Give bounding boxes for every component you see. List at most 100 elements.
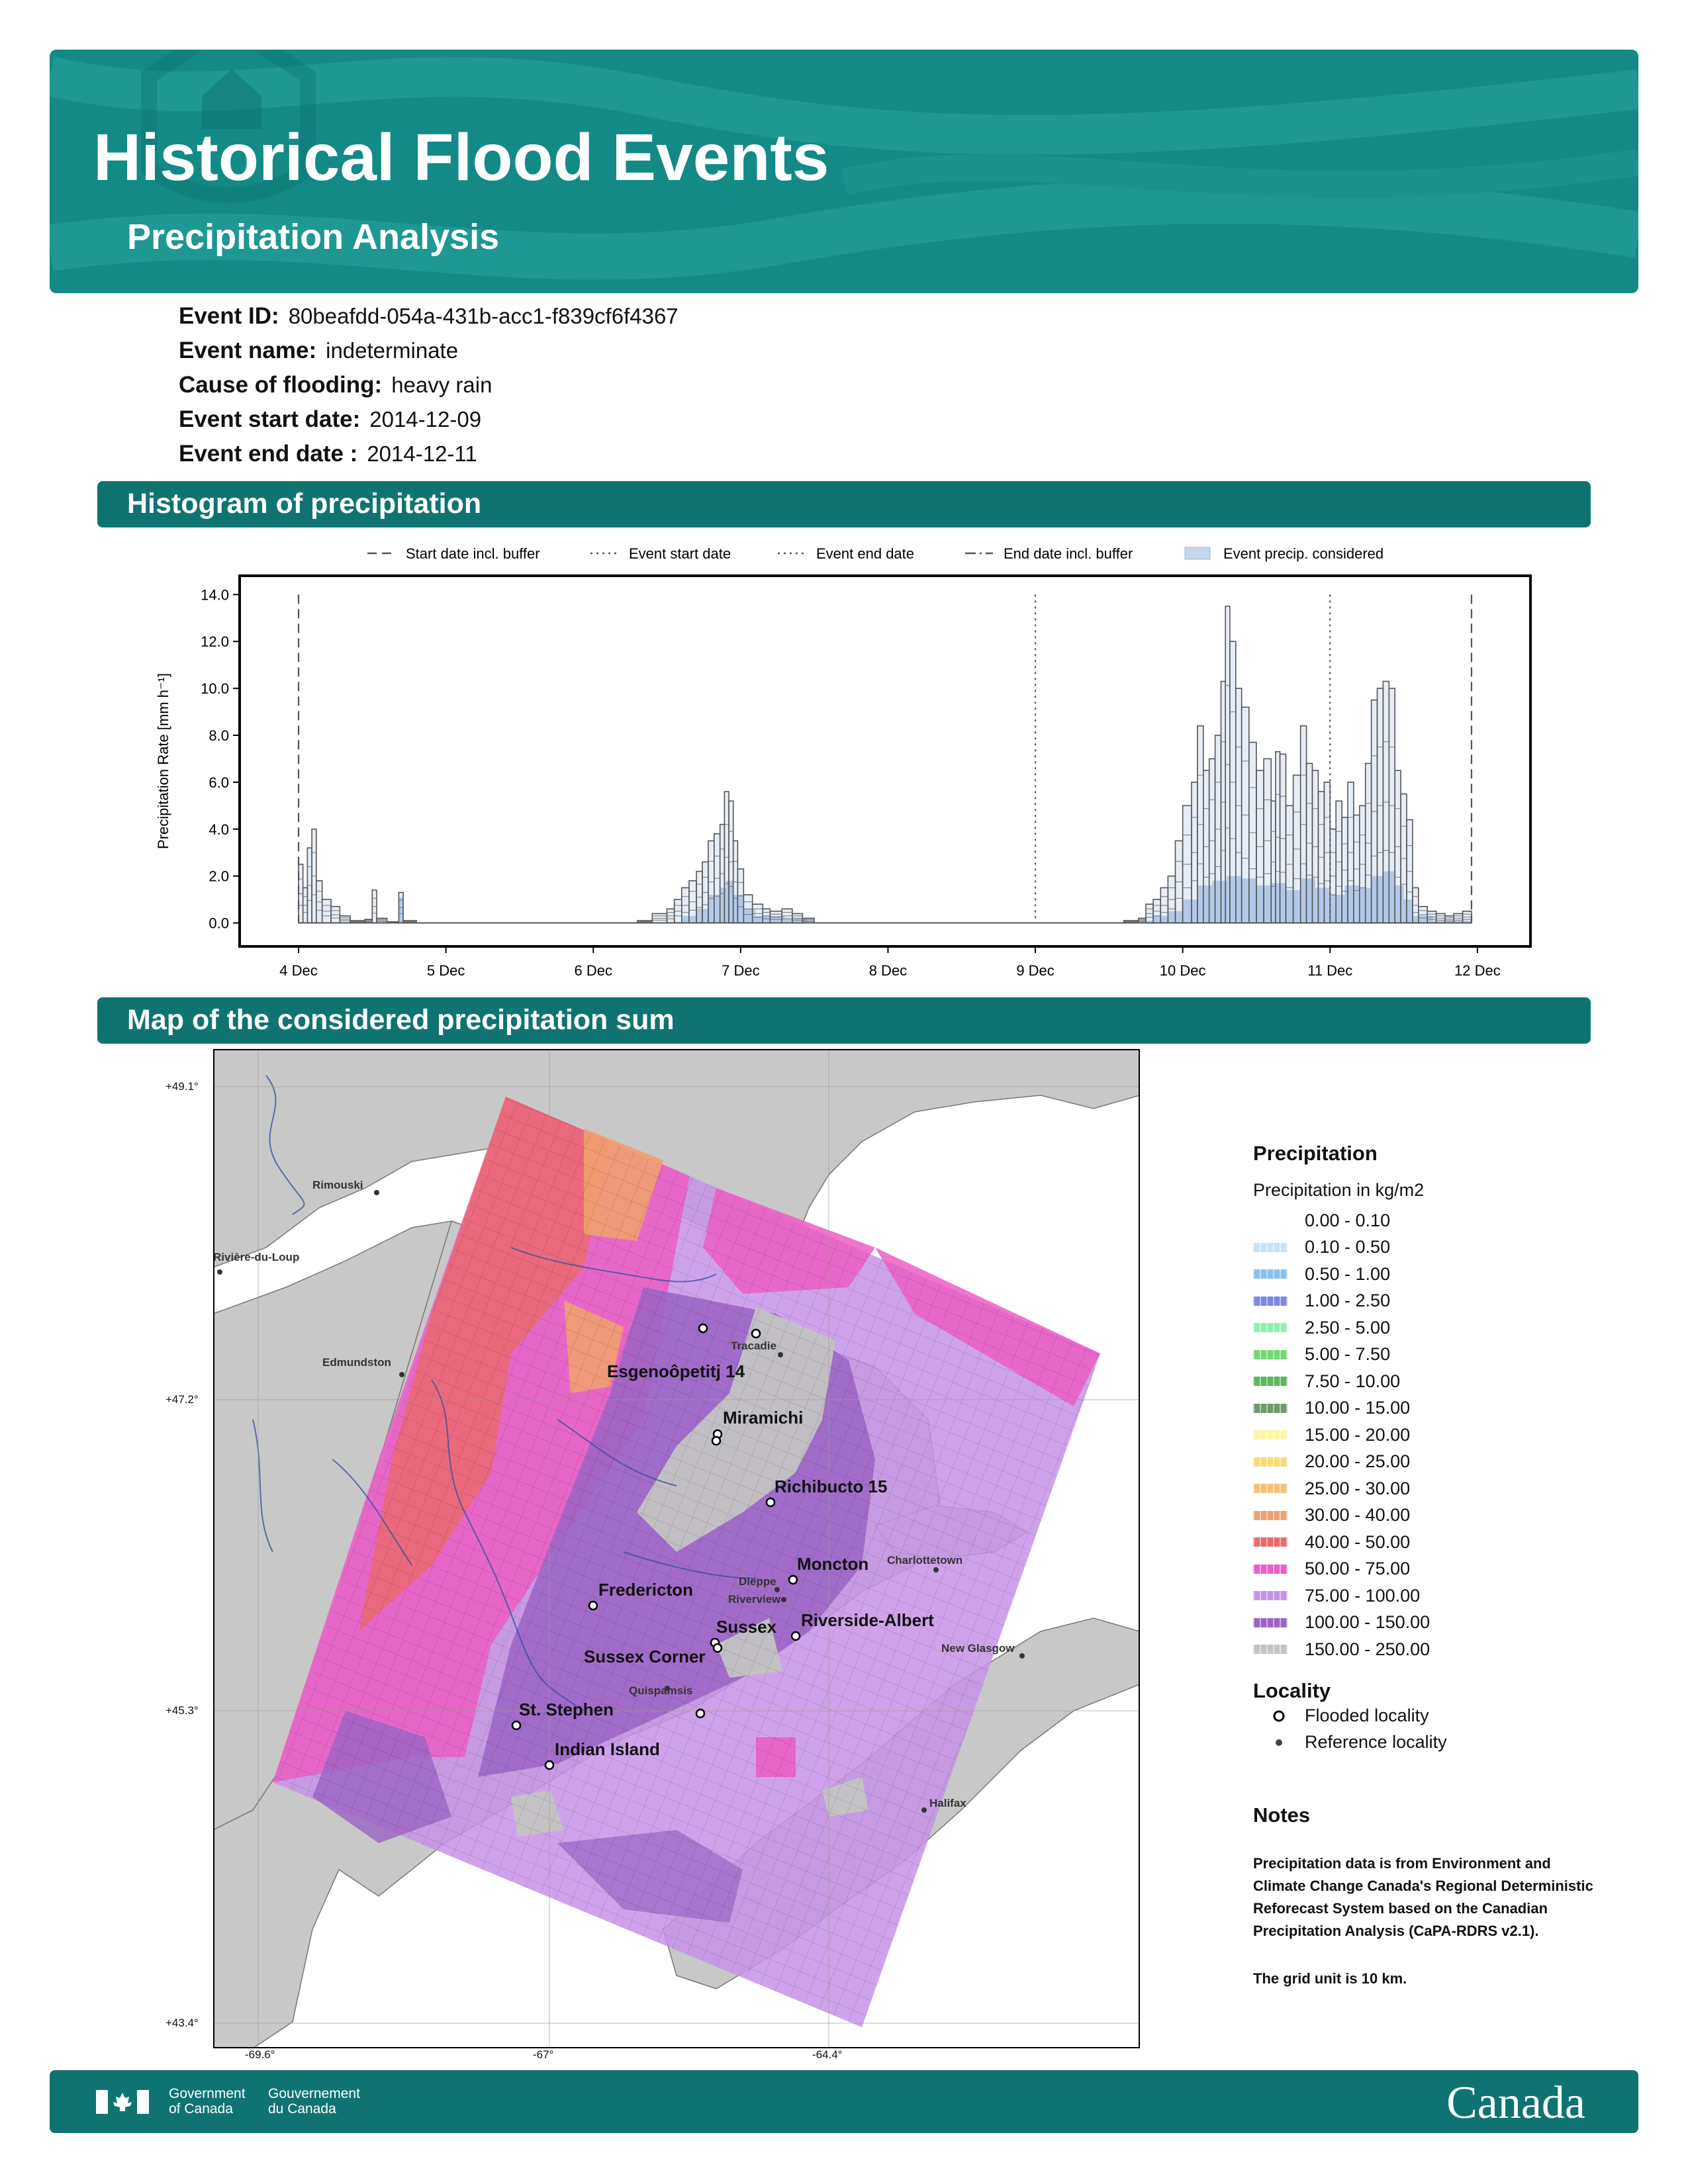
event-start-label: Event start date: — [179, 406, 361, 432]
legend-class-row: 0.50 - 1.00 — [1253, 1261, 1597, 1288]
event-name-row: Event name: indeterminate — [179, 338, 679, 372]
x-tick-label: 4 Dec — [279, 962, 317, 979]
x-tick-label: 6 Dec — [575, 962, 612, 979]
reference-marker — [1019, 1653, 1025, 1659]
flooded-marker — [790, 1631, 801, 1641]
y-tick-label: 2.0 — [209, 868, 229, 885]
footer: Government of Canada Gouvernement du Can… — [50, 2070, 1638, 2133]
legend-class-label: 5.00 - 7.50 — [1305, 1344, 1391, 1365]
map-lon-label: -67° — [533, 2048, 554, 2061]
precipitation-map: Esgenoôpetitj 14 Miramichi Richibucto 15 Fr… — [213, 1049, 1140, 2048]
y-tick-label: 0.0 — [209, 915, 229, 932]
flooded-label: Fredericton — [598, 1580, 693, 1600]
legend-label-0: Start date incl. buffer — [406, 545, 540, 562]
legend-class-label: 1.00 - 2.50 — [1305, 1291, 1391, 1311]
legend-swatch — [1253, 1269, 1288, 1279]
gov-fr-line-2: du Canada — [268, 2101, 336, 2116]
legend-swatch — [1253, 1403, 1288, 1413]
y-axis-label: Precipitation Rate [mm h⁻¹] — [155, 673, 171, 849]
legend-class-label: 10.00 - 15.00 — [1305, 1398, 1411, 1418]
map-lat-label: +43.4° — [165, 2017, 199, 2029]
legend-swatch — [1253, 1591, 1288, 1601]
map-lat-label: +45.3° — [165, 1704, 199, 1717]
map-legend: Precipitation Precipitation in kg/m2 0.0… — [1253, 1142, 1597, 1990]
gov-en-line-2: of Canada — [169, 2101, 233, 2116]
legend-class-label: 7.50 - 10.00 — [1305, 1371, 1401, 1391]
y-tick-label: 12.0 — [201, 633, 229, 650]
map-lat-label: +49.1° — [165, 1080, 199, 1093]
x-tick-label: 10 Dec — [1160, 962, 1206, 979]
event-name-label: Event name: — [179, 338, 317, 363]
legend-swatch — [1253, 1242, 1288, 1252]
legend-label-4: Event precip. considered — [1223, 545, 1383, 562]
legend-class-row: 5.00 - 7.50 — [1253, 1342, 1597, 1369]
legend-class-label: 40.00 - 50.00 — [1305, 1531, 1411, 1552]
legend-class-row: 50.00 - 75.00 — [1253, 1556, 1597, 1583]
legend-class-label: 0.00 - 0.10 — [1305, 1210, 1391, 1230]
legend-class-row: 0.10 - 0.50 — [1253, 1234, 1597, 1261]
legend-class-row: 10.00 - 15.00 — [1253, 1395, 1597, 1422]
event-cause-row: Cause of flooding: heavy rain — [179, 372, 679, 406]
legend-class-row: 0.00 - 0.10 — [1253, 1207, 1597, 1234]
legend-class-row: 75.00 - 100.00 — [1253, 1582, 1597, 1610]
flooded-marker — [751, 1328, 761, 1339]
legend-swatch — [1253, 1537, 1288, 1547]
y-axis-ticks: 0.0 2.0 4.0 6.0 8.0 10.0 12.0 14.0 — [201, 586, 240, 932]
event-start-row: Event start date: 2014-12-09 — [179, 406, 679, 441]
canada-flag-icon — [96, 2090, 149, 2114]
legend-label-1: Event start date — [629, 545, 731, 562]
reference-marker — [933, 1567, 939, 1572]
legend-class-label: 15.00 - 20.00 — [1305, 1424, 1411, 1445]
flooded-locality-label: Flooded locality — [1305, 1706, 1429, 1725]
event-metadata: Event ID: 80beafdd-054a-431b-acc1-f839cf6… — [179, 303, 679, 475]
legend-class-label: 0.10 - 0.50 — [1305, 1237, 1391, 1257]
flooded-marker — [544, 1760, 555, 1770]
legend-class-label: 75.00 - 100.00 — [1305, 1585, 1421, 1606]
reference-label: Riverview — [728, 1593, 781, 1606]
event-name-value: indeterminate — [326, 338, 459, 363]
reference-label: Tracadie — [731, 1340, 776, 1352]
flooded-label: Miramichi — [723, 1408, 803, 1428]
map-section-header: Map of the considered precipitation sum — [97, 997, 1591, 1044]
precipitation-histogram: Start date incl. buffer Event start date E… — [155, 545, 1532, 979]
x-tick-label: 11 Dec — [1307, 962, 1352, 979]
reference-locality-label: Reference locality — [1305, 1732, 1447, 1752]
reference-marker — [778, 1352, 783, 1357]
legend-flooded-locality: Flooded locality — [1253, 1703, 1597, 1729]
legend-class-row: 40.00 - 50.00 — [1253, 1529, 1597, 1556]
legend-class-label: 30.00 - 40.00 — [1305, 1505, 1411, 1525]
legend-swatch — [1253, 1349, 1288, 1359]
x-tick-label: 5 Dec — [427, 962, 465, 979]
reference-label: Rivière-du-Loup — [213, 1251, 299, 1263]
y-tick-label: 14.0 — [201, 586, 229, 603]
legend-class-label: 150.00 - 250.00 — [1305, 1639, 1430, 1659]
legend-class-row: 100.00 - 150.00 — [1253, 1610, 1597, 1637]
y-tick-label: 6.0 — [209, 774, 229, 791]
event-cause-label: Cause of flooding: — [179, 372, 383, 398]
legend-class-row: 1.00 - 2.50 — [1253, 1288, 1597, 1315]
flooded-label: Richibucto 15 — [774, 1477, 887, 1496]
flooded-marker — [711, 1435, 722, 1446]
legend-swatch-considered — [1184, 547, 1211, 560]
flooded-marker — [695, 1708, 706, 1719]
reference-label: Dieppe — [739, 1575, 776, 1588]
map-canvas: Esgenoôpetitj 14 Miramichi Richibucto 15 Fr… — [213, 1049, 1140, 2048]
legend-class-row: 7.50 - 10.00 — [1253, 1368, 1597, 1395]
flooded-marker — [698, 1323, 708, 1334]
legend-class-label: 20.00 - 25.00 — [1305, 1451, 1411, 1472]
gov-fr-line-1: Gouvernement — [268, 2086, 360, 2101]
reference-label: Rimouski — [312, 1179, 363, 1191]
canada-wordmark: Canada — [1446, 2077, 1585, 2128]
event-end-label: Event end date : — [179, 441, 358, 467]
gov-en-line-1: Government — [169, 2086, 246, 2101]
government-of-canada-fr: Gouvernement du Canada — [268, 2086, 360, 2116]
legend-swatch — [1253, 1377, 1288, 1387]
event-end-row: Event end date : 2014-12-11 — [179, 441, 679, 475]
reference-label: Charlottetown — [887, 1554, 962, 1567]
x-tick-label: 7 Dec — [722, 962, 759, 979]
x-tick-label: 9 Dec — [1016, 962, 1054, 979]
legend-subtitle: Precipitation in kg/m2 — [1253, 1180, 1425, 1200]
notes-text-grid: The grid unit is 10 km. — [1253, 1970, 1407, 1987]
flooded-label: Indian Island — [555, 1739, 660, 1759]
event-end-value: 2014-12-11 — [367, 441, 477, 466]
